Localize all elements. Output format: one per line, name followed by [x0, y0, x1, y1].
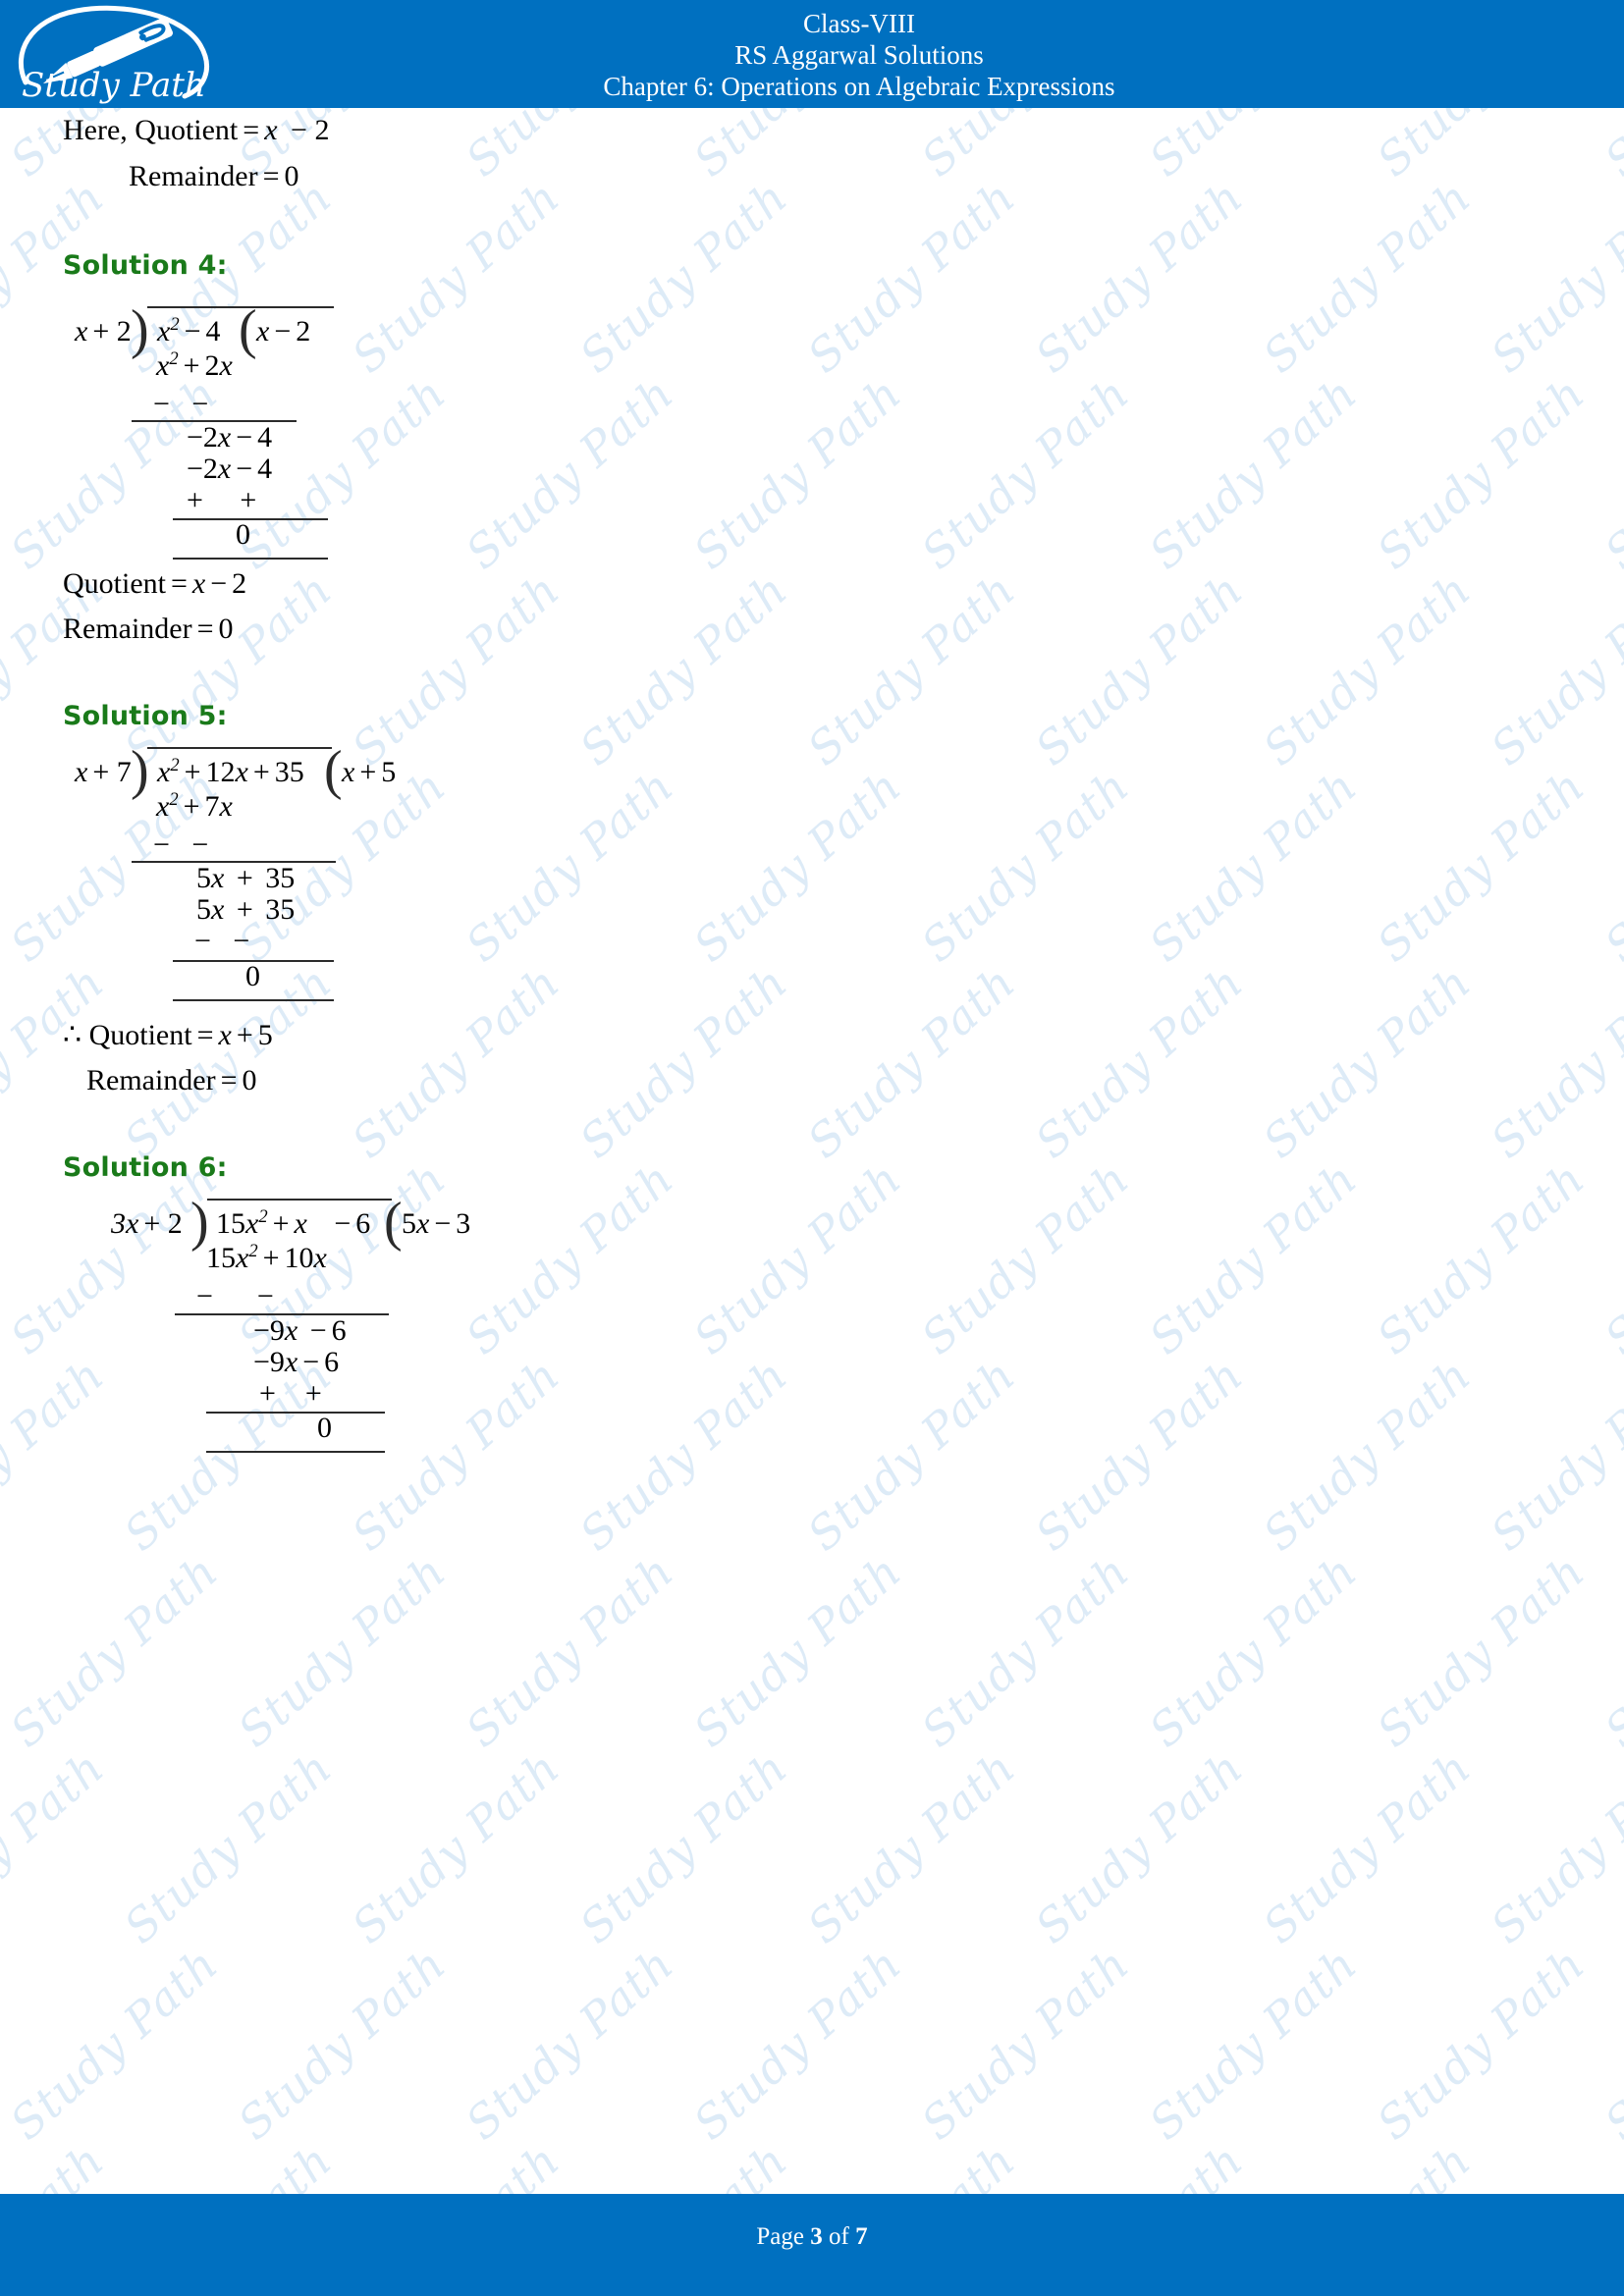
solution-5-final-zero: 0	[245, 960, 260, 992]
solution-5-division-hook-left: )	[131, 740, 149, 801]
solution-5-quotient-label: Quotient	[88, 1019, 192, 1051]
solution-6-step-remainder-1: −9x −6	[253, 1314, 347, 1347]
solution-6-final-zero: 0	[317, 1412, 332, 1444]
document-page: Study Path Study Path Study Path Study Path…	[0, 0, 1624, 2296]
solution-5-step-product-2: 5x + 35	[196, 893, 296, 926]
solution-5-division-hook-right: (	[324, 740, 343, 801]
solution-4-result-quotient: Quotient = x −2	[63, 567, 247, 600]
solution-6-step-product-2: −9x −6	[253, 1346, 340, 1378]
solution-4-step-signs-1: − −	[153, 388, 209, 420]
page-footer: Page 3 of 7	[0, 2194, 1624, 2296]
solution-6-step-product-1: 15x2 +10x	[206, 1241, 327, 1274]
solution-4-final-zero: 0	[236, 518, 250, 551]
solution-4-heading: Solution 4:	[63, 250, 228, 281]
page-current: 3	[810, 2223, 823, 2250]
solution-5-divisor-var: x	[75, 756, 88, 788]
solution-6-division-hook-right: (	[384, 1192, 403, 1253]
solution-6-step-signs-2: + +	[259, 1377, 322, 1410]
solution-4-divisor: x + 2	[75, 317, 136, 347]
solution-4-quotient-label: Quotient	[63, 567, 166, 600]
study-path-logo: Study Path	[8, 2, 244, 106]
solution-5-step-remainder-1: 5x + 35	[196, 862, 296, 894]
solution-5-quotient-top: x +5	[342, 756, 397, 788]
solution-5-dividend: x2 +12x +35	[157, 755, 304, 788]
solution-4-rule-2	[173, 518, 328, 520]
solution-6-quotient-top: 5x −3	[402, 1207, 471, 1240]
page-total: 7	[855, 2223, 868, 2250]
solution-4-step-remainder-1: −2x −4	[187, 421, 273, 454]
page-middle: of	[822, 2223, 856, 2250]
logo-wordmark: Study Path	[22, 66, 206, 105]
page-content: Here, Quotient = x − 2 Remainder = 0 Solutio…	[0, 108, 1624, 2194]
intro-remainder-value: 0	[284, 160, 299, 192]
solution-5-step-product-1: x2 +7x	[156, 789, 233, 823]
solution-5-divisor: x + 7	[75, 758, 136, 787]
solution-6-heading: Solution 6:	[63, 1152, 228, 1183]
page-number-text: Page 3 of 7	[0, 2223, 1624, 2251]
solution-5-divisor-rest: + 7	[92, 756, 132, 788]
solution-6-divisor: 3x + 2	[111, 1209, 188, 1239]
solution-6-vinculum	[207, 1199, 392, 1201]
solution-5-heading: Solution 5:	[63, 701, 228, 731]
header-chapter-line: Chapter 6: Operations on Algebraic Expre…	[603, 72, 1115, 101]
solution-5-step-signs-1: − −	[153, 828, 209, 861]
page-header: Study Path Class-VIII RS Aggarwal Soluti…	[0, 0, 1624, 108]
solution-4-step-signs-2: + +	[187, 484, 257, 516]
solution-5-rule-3	[173, 999, 334, 1001]
solution-4-step-product-2: −2x −4	[187, 453, 273, 485]
intro-quotient-line: Here, Quotient = x − 2	[63, 116, 329, 145]
solution-4-result-remainder: Remainder = 0	[63, 613, 234, 645]
header-class-line: Class-VIII	[803, 9, 915, 38]
header-title-block: Class-VIII RS Aggarwal Solutions Chapter…	[245, 4, 1473, 102]
intro-remainder-eq: =	[262, 160, 280, 192]
solution-5-result-quotient: ∴ Quotient = x +5	[63, 1019, 273, 1051]
intro-remainder-line: Remainder = 0	[129, 162, 299, 191]
intro-quotient-rest: − 2	[291, 114, 330, 146]
solution-5-step-signs-2: − −	[194, 925, 250, 957]
solution-5-remainder-label: Remainder	[86, 1064, 216, 1096]
solution-6-dividend: 15x2 + x −6	[216, 1206, 371, 1240]
header-book-line: RS Aggarwal Solutions	[734, 40, 984, 70]
solution-6-rule-3	[206, 1451, 385, 1453]
solution-4-division-hook-left: )	[131, 299, 149, 360]
solution-4-dividend: x2−4	[157, 314, 221, 347]
solution-6-step-signs-1: − −	[196, 1280, 274, 1312]
solution-6-divisor-rest: + 2	[143, 1207, 183, 1240]
solution-4-remainder-label: Remainder	[63, 613, 192, 645]
intro-quotient-eq: =	[243, 114, 260, 146]
solution-4-quotient-top: x −2	[256, 315, 311, 347]
solution-4-divisor-var: x	[75, 315, 88, 347]
intro-remainder-label: Remainder	[129, 160, 258, 192]
solution-5-vinculum	[147, 747, 332, 749]
solution-4-rule-3	[173, 558, 328, 560]
solution-4-division-hook-right: (	[239, 299, 257, 360]
solution-5-result-remainder: Remainder = 0	[86, 1064, 257, 1096]
solution-4-divisor-rest: + 2	[92, 315, 132, 347]
solution-4-step-product-1: x2 +2x	[156, 348, 233, 382]
intro-quotient-var: x	[264, 114, 278, 146]
therefore-symbol: ∴	[63, 1019, 82, 1051]
page-prefix: Page	[756, 2223, 811, 2250]
solution-6-rule-2	[206, 1412, 385, 1414]
intro-quotient-label: Here, Quotient	[63, 114, 239, 146]
